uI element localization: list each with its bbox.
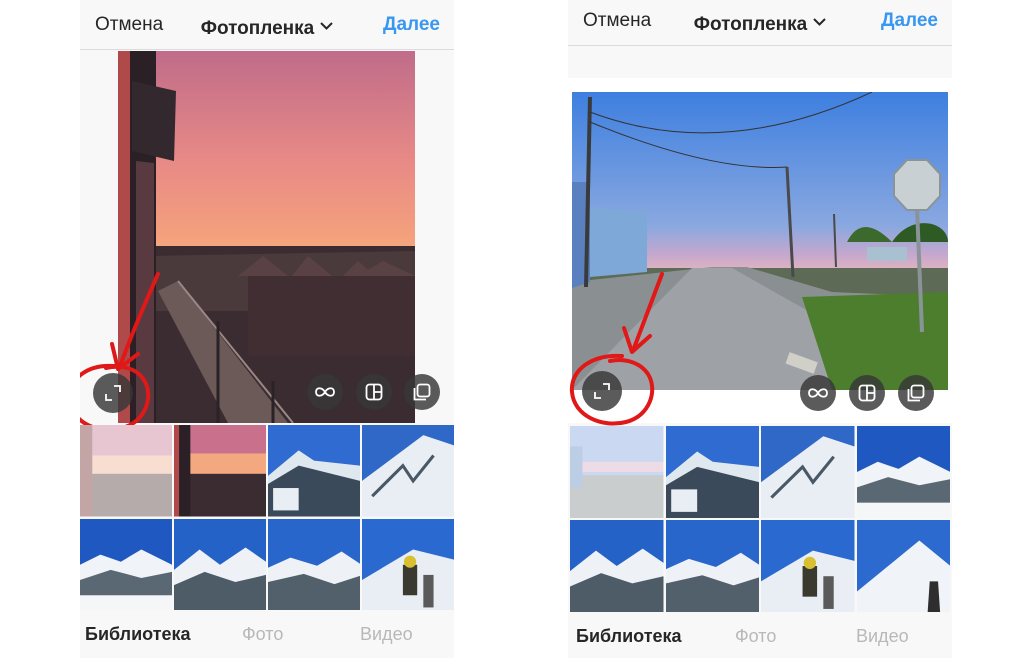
- thumbnail[interactable]: [856, 426, 950, 518]
- source-label: Фотопленка: [200, 18, 315, 39]
- tab-photo[interactable]: Фото: [735, 626, 776, 647]
- multi-select-icon: [413, 383, 431, 401]
- expand-icon: [105, 385, 121, 401]
- tab-photo[interactable]: Фото: [242, 624, 283, 645]
- bottom-tabs: Библиотека Фото Видео: [568, 614, 952, 658]
- header: Отмена Фотопленка Далее: [80, 0, 454, 50]
- expand-toggle[interactable]: [93, 373, 133, 413]
- thumbnail[interactable]: [268, 518, 360, 610]
- photo-grid: [570, 426, 950, 612]
- photo-preview[interactable]: [572, 92, 948, 390]
- chevron-down-icon: [320, 14, 333, 36]
- multi-select-button[interactable]: [404, 374, 440, 410]
- thumbnail[interactable]: [570, 520, 664, 612]
- thumbnail[interactable]: [856, 520, 950, 612]
- thumbnail[interactable]: [362, 518, 454, 610]
- thumbnail[interactable]: [570, 426, 664, 518]
- layout-button[interactable]: [849, 375, 885, 411]
- thumbnail[interactable]: [174, 518, 266, 610]
- thumbnail[interactable]: [268, 425, 360, 517]
- thumbnail[interactable]: [761, 426, 855, 518]
- expand-toggle[interactable]: [582, 371, 622, 411]
- boomerang-icon: [315, 387, 335, 397]
- thumbnail[interactable]: [362, 425, 454, 517]
- multi-select-button[interactable]: [898, 375, 934, 411]
- expand-icon: [594, 383, 610, 399]
- thumbnail[interactable]: [174, 425, 266, 517]
- next-button[interactable]: Далее: [881, 10, 938, 32]
- boomerang-button[interactable]: [307, 374, 343, 410]
- thumbnail[interactable]: [665, 520, 759, 612]
- layout-icon: [858, 384, 876, 402]
- thumbnail[interactable]: [665, 426, 759, 518]
- thumbnail[interactable]: [80, 425, 172, 517]
- tab-video[interactable]: Видео: [360, 624, 413, 645]
- source-label: Фотопленка: [693, 14, 808, 35]
- thumbnail[interactable]: [80, 518, 172, 610]
- chevron-down-icon: [813, 10, 826, 32]
- boomerang-icon: [808, 388, 828, 398]
- boomerang-button[interactable]: [800, 375, 836, 411]
- thumbnail[interactable]: [761, 520, 855, 612]
- bottom-tabs: Библиотека Фото Видео: [80, 612, 454, 658]
- layout-icon: [365, 383, 383, 401]
- left-screenshot: Отмена Фотопленка Далее Библиотека Фото …: [80, 0, 454, 658]
- tab-library[interactable]: Библиотека: [85, 624, 191, 645]
- tab-library[interactable]: Библиотека: [576, 626, 682, 647]
- header: Отмена Фотопленка Далее: [568, 0, 952, 46]
- right-screenshot: Отмена Фотопленка Далее Библиотека Фото …: [568, 0, 952, 658]
- next-button[interactable]: Далее: [383, 14, 440, 36]
- multi-select-icon: [907, 384, 925, 402]
- photo-preview[interactable]: [118, 51, 415, 423]
- photo-grid: [80, 425, 454, 610]
- tab-video[interactable]: Видео: [856, 626, 909, 647]
- layout-button[interactable]: [356, 374, 392, 410]
